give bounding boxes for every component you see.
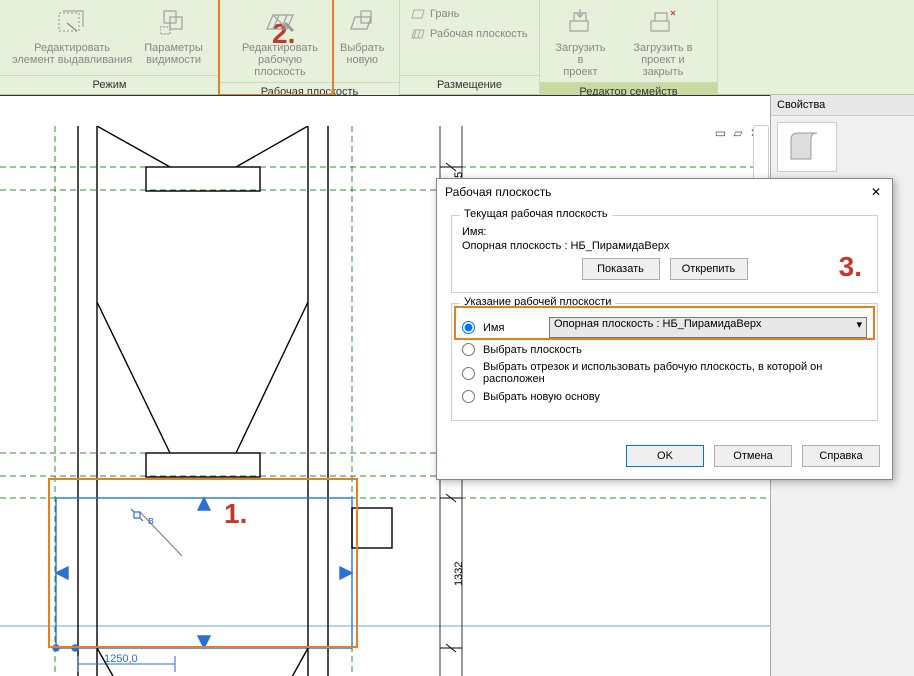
cursor-label: в xyxy=(148,515,154,527)
ribbon-group-workplane: 2. Редактировать рабочую плоскость Выбра… xyxy=(220,0,400,94)
dimension-1250: 1250,0 xyxy=(104,653,138,665)
current-workplane-value: Опорная плоскость : НБ_ПирамидаВерх xyxy=(462,240,867,252)
dialog-title-text: Рабочая плоскость xyxy=(445,185,551,199)
edit-extrusion-button[interactable]: Редактировать элемент выдавливания xyxy=(6,2,138,75)
radio-pick-line-label: Выбрать отрезок и использовать рабочую п… xyxy=(483,361,867,385)
radio-pick-host[interactable] xyxy=(462,390,475,403)
show-button[interactable]: Показать xyxy=(582,258,660,280)
workplane-dialog: Рабочая плоскость ✕ Текущая рабочая плос… xyxy=(436,178,893,480)
properties-title: Свойства xyxy=(771,95,914,116)
ribbon-group-family-editor: Загрузить в проект Загрузить в проект и … xyxy=(540,0,718,94)
btn-label: Загрузить в проект xyxy=(552,42,609,78)
grid-icon xyxy=(410,26,426,42)
visibility-icon xyxy=(158,6,190,38)
load-project-button[interactable]: Загрузить в проект xyxy=(546,2,615,82)
load-icon xyxy=(564,6,596,38)
ribbon: Редактировать элемент выдавливания Парам… xyxy=(0,0,914,95)
radio-pick-plane-label: Выбрать плоскость xyxy=(483,344,582,356)
btn-label: Грань xyxy=(430,8,459,20)
annotation-3: 3. xyxy=(839,251,862,283)
btn-label: Загрузить в проект и закрыть xyxy=(621,42,705,78)
group-label: Размещение xyxy=(400,75,539,94)
cancel-button[interactable]: Отмена xyxy=(714,445,792,467)
annotation-1: 1. xyxy=(224,498,247,530)
btn-label: Редактировать рабочую плоскость xyxy=(232,42,328,78)
radio-pick-plane[interactable] xyxy=(462,343,475,356)
btn-label: Выбрать новую xyxy=(340,42,384,66)
ok-button[interactable]: OK xyxy=(626,445,704,467)
extrusion-icon xyxy=(56,6,88,38)
workplane-select[interactable]: Опорная плоскость : НБ_ПирамидаВерх ▾ xyxy=(549,317,867,338)
visibility-params-button[interactable]: Параметры видимости xyxy=(138,2,209,75)
load-close-icon xyxy=(647,6,679,38)
edit-workplane-button[interactable]: Редактировать рабочую плоскость xyxy=(226,2,334,82)
ribbon-group-mode: Редактировать элемент выдавливания Парам… xyxy=(0,0,220,94)
current-workplane-section: Текущая рабочая плоскость Имя: Опорная п… xyxy=(451,215,878,293)
radio-pick-host-label: Выбрать новую основу xyxy=(483,391,600,403)
face-icon xyxy=(410,6,426,22)
unpin-button[interactable]: Открепить xyxy=(670,258,748,280)
btn-label: Редактировать элемент выдавливания xyxy=(12,42,132,66)
chevron-down-icon: ▾ xyxy=(856,318,862,331)
ribbon-group-placement: Грань Рабочая плоскость Размещение xyxy=(400,0,540,94)
dialog-close-button[interactable]: ✕ xyxy=(868,185,884,199)
btn-label: Параметры видимости xyxy=(144,42,203,66)
section-legend: Текущая рабочая плоскость xyxy=(460,208,612,220)
group-label: Режим xyxy=(0,75,219,94)
dimension-1332: 1332 xyxy=(453,562,465,586)
help-button[interactable]: Справка xyxy=(802,445,880,467)
workplane-icon xyxy=(264,6,296,38)
radio-name-label: Имя xyxy=(483,322,543,334)
radio-name[interactable] xyxy=(462,321,475,334)
load-close-button[interactable]: Загрузить в проект и закрыть xyxy=(615,2,711,82)
radio-pick-line[interactable] xyxy=(462,367,475,380)
specify-workplane-section: Указание рабочей плоскости Имя Опорная п… xyxy=(451,303,878,421)
type-selector[interactable] xyxy=(777,122,837,172)
workplane-small-button[interactable]: Рабочая плоскость xyxy=(406,24,533,44)
pick-new-button[interactable]: Выбрать новую xyxy=(334,2,390,82)
select-value: Опорная плоскость : НБ_ПирамидаВерх xyxy=(554,318,761,330)
btn-label: Рабочая плоскость xyxy=(430,28,528,40)
name-label: Имя: xyxy=(462,226,867,238)
section-legend: Указание рабочей плоскости xyxy=(460,296,615,308)
pick-new-icon xyxy=(346,6,378,38)
face-button[interactable]: Грань xyxy=(406,4,533,24)
